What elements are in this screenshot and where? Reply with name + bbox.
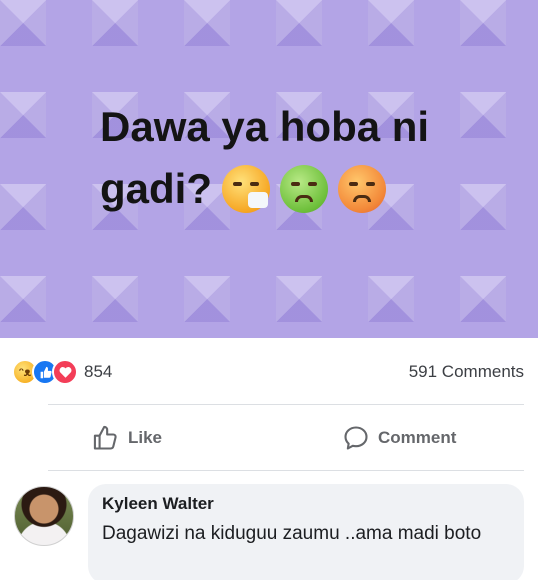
divider — [48, 470, 524, 471]
post-actions: Like Comment — [0, 408, 538, 468]
sneezing-face-emoji-icon — [222, 165, 270, 213]
post-text-line2: gadi? — [100, 165, 212, 212]
nauseated-face-emoji-icon — [280, 165, 328, 213]
post-text: Dawa ya hoba ni gadi? — [100, 96, 480, 220]
comment-author[interactable]: Kyleen Walter — [102, 494, 510, 514]
comment-button[interactable]: Comment — [342, 424, 456, 452]
love-reaction-icon — [52, 359, 78, 385]
comment-button-label: Comment — [378, 428, 457, 447]
like-button-label: Like — [128, 428, 163, 447]
reaction-summary[interactable]: ᵔᴥ 854 — [12, 359, 112, 385]
thumbs-up-icon — [93, 425, 117, 450]
post-text-line2-row: gadi? — [100, 158, 480, 220]
avatar[interactable] — [14, 486, 74, 546]
comment-bubble: Kyleen Walter Dagawizi na kiduguu zaumu … — [88, 484, 524, 580]
reactions-bar: ᵔᴥ 854 591 Comments — [0, 352, 538, 392]
post-text-line1: Dawa ya hoba ni — [100, 103, 430, 150]
comment-item: Kyleen Walter Dagawizi na kiduguu zaumu … — [10, 484, 538, 580]
comment-bubble-icon — [344, 426, 368, 450]
reaction-count: 854 — [84, 362, 113, 381]
comments-count-link[interactable]: 591 Comments — [409, 362, 524, 382]
like-button[interactable]: Like — [92, 424, 162, 452]
post-banner: Dawa ya hoba ni gadi? — [0, 0, 538, 338]
divider — [48, 404, 524, 405]
reaction-icons[interactable]: ᵔᴥ — [12, 359, 78, 385]
comment-text: Dagawizi na kiduguu zaumu ..ama madi bot… — [102, 523, 482, 544]
woozy-face-emoji-icon — [338, 165, 386, 213]
